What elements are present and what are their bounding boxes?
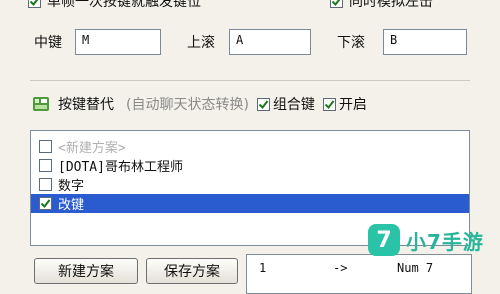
scheme-title: 按键替代 <box>58 97 114 113</box>
scroll-down-field[interactable]: B <box>383 29 467 55</box>
list-item-checkbox[interactable] <box>39 159 52 172</box>
scheme-header: 按键替代 (自动聊天状态转换) 组合键 开启 <box>32 94 367 114</box>
save-scheme-button[interactable]: 保存方案 <box>146 258 238 284</box>
list-item[interactable]: [DOTA]哥布林工程师 <box>31 156 469 175</box>
list-item-label: 数字 <box>58 179 85 194</box>
enable-checkbox[interactable] <box>322 97 336 111</box>
watermark-text: 小7手游 <box>406 229 484 254</box>
single-trigger-option[interactable]: 单帧一次按键就触发键位 <box>28 0 201 10</box>
watermark-icon: 7 <box>368 224 400 256</box>
combo-key-option[interactable]: 组合键 <box>256 94 315 114</box>
scheme-subtitle: (自动聊天状态转换) <box>126 97 249 113</box>
section-divider <box>30 80 470 81</box>
single-trigger-label: 单帧一次按键就触发键位 <box>47 0 201 10</box>
scroll-up-label: 上滚 <box>187 35 215 51</box>
key-mapping-box[interactable]: 1 -> Num 7 <box>246 254 472 294</box>
list-item-label: <新建方案> <box>58 141 126 156</box>
new-scheme-button[interactable]: 新建方案 <box>34 258 138 284</box>
watermark-icon-glyph: 7 <box>376 227 392 253</box>
list-item-checkbox[interactable] <box>39 178 52 191</box>
keyboard-icon <box>32 95 50 113</box>
simulate-click-label: 同时模拟左击 <box>349 0 433 10</box>
simulate-click-checkbox[interactable] <box>330 0 343 8</box>
enable-label: 开启 <box>338 97 367 113</box>
watermark-logo: 7 小7手游 <box>368 224 484 256</box>
mapping-target: Num 7 <box>397 261 434 275</box>
simulate-click-option[interactable]: 同时模拟左击 <box>330 0 433 10</box>
list-item-label: 改键 <box>58 198 85 213</box>
list-item[interactable]: <新建方案> <box>31 137 469 156</box>
list-item[interactable]: 数字 <box>31 175 469 194</box>
scroll-up-field[interactable]: A <box>229 29 311 55</box>
list-item-checkbox[interactable] <box>39 197 52 210</box>
list-item-checkbox[interactable] <box>39 140 52 153</box>
mapping-arrow: -> <box>333 261 348 275</box>
list-item-label: [DOTA]哥布林工程师 <box>58 160 183 175</box>
middle-key-field[interactable]: M <box>75 29 161 55</box>
mapping-source: 1 <box>259 261 267 275</box>
scroll-down-label: 下滚 <box>337 35 365 51</box>
single-trigger-checkbox[interactable] <box>28 0 41 8</box>
middle-key-label: 中键 <box>34 35 62 51</box>
list-item[interactable]: 改键 <box>31 194 469 213</box>
combo-key-checkbox[interactable] <box>256 97 270 111</box>
combo-key-label: 组合键 <box>272 97 315 113</box>
enable-option[interactable]: 开启 <box>322 94 367 114</box>
